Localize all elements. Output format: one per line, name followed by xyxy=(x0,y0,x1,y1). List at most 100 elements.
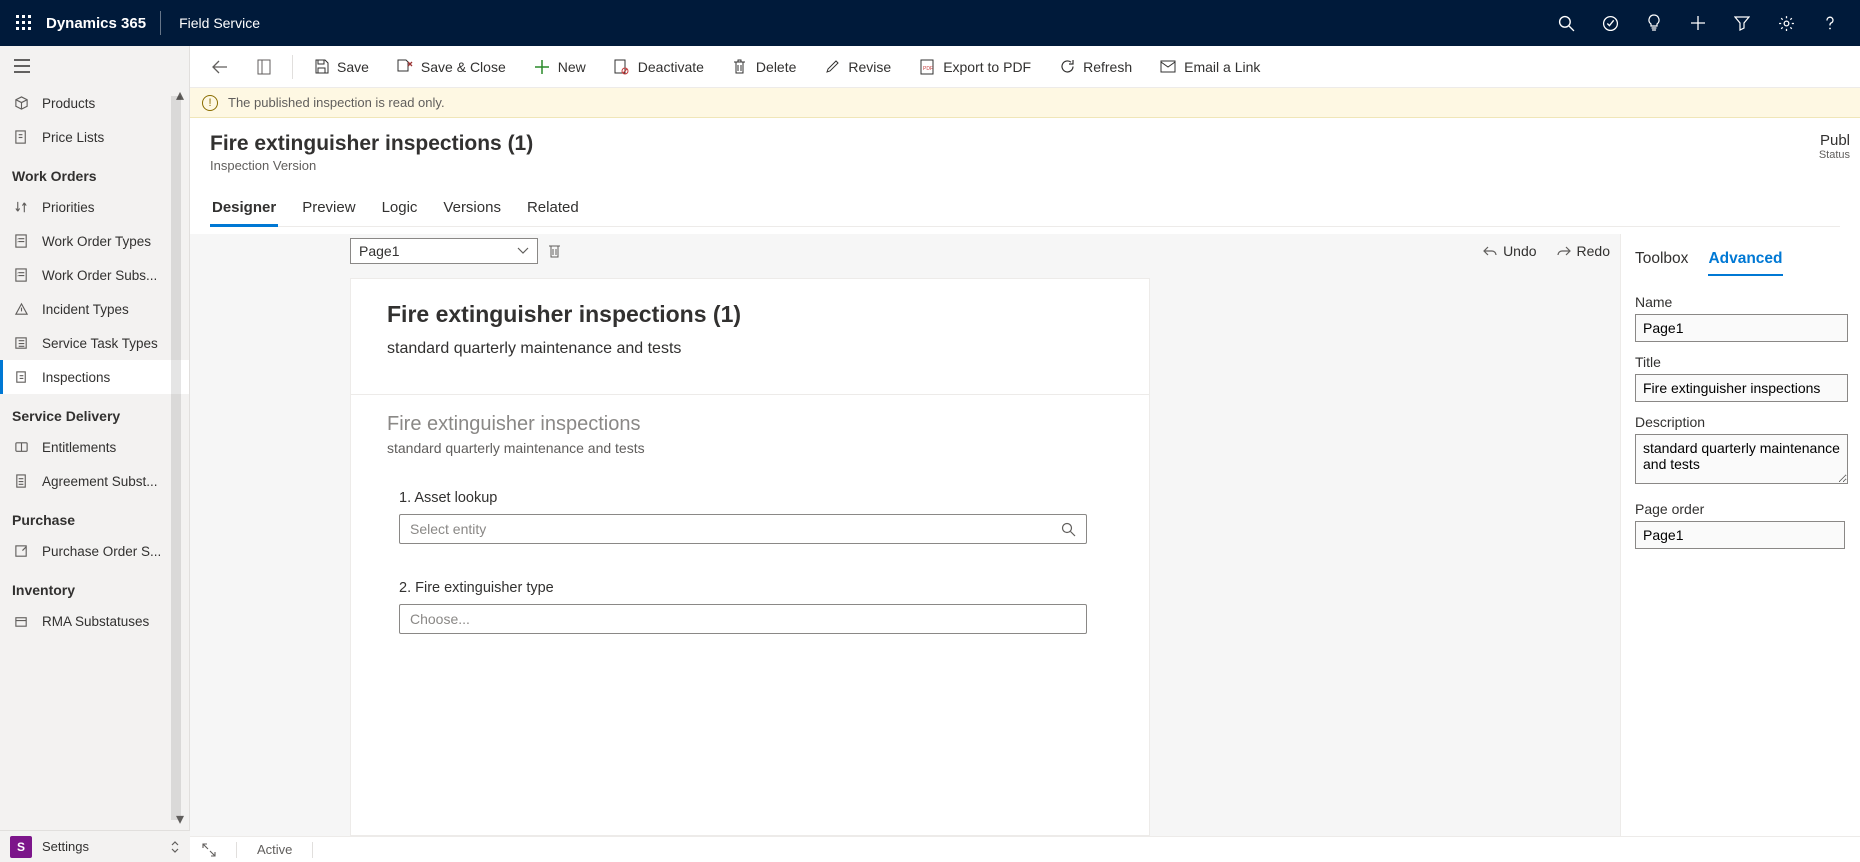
status-bar: Active xyxy=(190,836,1860,862)
delete-page-button[interactable] xyxy=(548,243,561,259)
survey-card[interactable]: ▴ ▾ Fire extinguisher inspections (1) st… xyxy=(350,278,1150,836)
box-icon xyxy=(14,614,30,629)
q1-placeholder: Select entity xyxy=(410,521,486,537)
redo-button[interactable]: Redo xyxy=(1557,243,1610,259)
hamburger-icon xyxy=(14,59,30,73)
settings-button[interactable] xyxy=(1764,0,1808,46)
delete-label: Delete xyxy=(756,59,796,75)
chevron-updown-icon xyxy=(170,840,180,854)
filter-button[interactable] xyxy=(1720,0,1764,46)
global-header: Dynamics 365 Field Service xyxy=(0,0,1860,46)
search-button[interactable] xyxy=(1544,0,1588,46)
nav-item-incident-types[interactable]: Incident Types xyxy=(0,292,189,326)
refresh-button[interactable]: Refresh xyxy=(1047,46,1144,88)
export-pdf-button[interactable]: PDFExport to PDF xyxy=(907,46,1043,88)
nav-item-inspections[interactable]: Inspections xyxy=(0,360,189,394)
back-button[interactable] xyxy=(200,46,240,88)
q1-field[interactable]: Select entity xyxy=(399,514,1087,544)
readonly-warning: ! The published inspection is read only. xyxy=(190,88,1860,118)
app-name[interactable]: Field Service xyxy=(161,15,278,31)
revise-label: Revise xyxy=(848,59,891,75)
panel-icon xyxy=(256,59,272,75)
nav-item-rma-substatuses[interactable]: RMA Substatuses xyxy=(0,604,189,638)
email-link-label: Email a Link xyxy=(1184,59,1260,75)
undo-button[interactable]: Undo xyxy=(1483,243,1536,259)
new-label: New xyxy=(558,59,586,75)
deactivate-button[interactable]: Deactivate xyxy=(602,46,716,88)
nav-item-priorities[interactable]: Priorities xyxy=(0,190,189,224)
mail-icon xyxy=(1160,59,1176,75)
prop-title-input[interactable] xyxy=(1635,374,1848,402)
nav-item-service-task-types[interactable]: Service Task Types xyxy=(0,326,189,360)
prop-desc-input[interactable]: standard quarterly maintenance and tests xyxy=(1635,434,1848,484)
task-icon xyxy=(1602,15,1619,32)
open-record-set-button[interactable] xyxy=(244,46,284,88)
status-value: Publ xyxy=(1819,132,1850,149)
save-close-label: Save & Close xyxy=(421,59,506,75)
nav-item-products[interactable]: Products xyxy=(0,86,189,120)
add-button[interactable] xyxy=(1676,0,1720,46)
brand-label: Dynamics 365 xyxy=(40,15,160,32)
question-asset-lookup[interactable]: 1. Asset lookup Select entity xyxy=(351,472,1149,544)
tab-versions[interactable]: Versions xyxy=(441,193,503,226)
form-icon xyxy=(14,234,30,249)
tab-related[interactable]: Related xyxy=(525,193,581,226)
page-selector[interactable]: Page1 xyxy=(350,238,538,264)
tab-toolbox[interactable]: Toolbox xyxy=(1635,250,1688,276)
prop-name-input[interactable] xyxy=(1635,314,1848,342)
nav-group-service-delivery: Service Delivery xyxy=(0,394,189,430)
section-title[interactable]: Fire extinguisher inspections xyxy=(351,395,1149,440)
nav-scroll-down[interactable]: ▾ xyxy=(173,812,187,826)
prop-order-input[interactable] xyxy=(1635,521,1845,549)
prop-order-label: Page order xyxy=(1635,501,1848,517)
pdf-icon: PDF xyxy=(919,59,935,75)
nav-group-purchase: Purchase xyxy=(0,498,189,534)
waffle-icon xyxy=(16,15,32,31)
nav-item-entitlements[interactable]: Entitlements xyxy=(0,430,189,464)
tag-icon xyxy=(14,130,30,145)
form-tabs: Designer Preview Logic Versions Related xyxy=(210,193,1840,227)
tab-preview[interactable]: Preview xyxy=(300,193,357,226)
revise-button[interactable]: Revise xyxy=(812,46,903,88)
help-button[interactable] xyxy=(1808,0,1852,46)
sitemap-toggle[interactable] xyxy=(0,46,189,86)
task-button[interactable] xyxy=(1588,0,1632,46)
email-link-button[interactable]: Email a Link xyxy=(1148,46,1272,88)
tab-logic[interactable]: Logic xyxy=(380,193,420,226)
save-button[interactable]: Save xyxy=(301,46,381,88)
record-subtitle: Inspection Version xyxy=(210,158,1840,173)
save-close-button[interactable]: Save & Close xyxy=(385,46,518,88)
command-bar: Save Save & Close New Deactivate Delete … xyxy=(190,46,1860,88)
prop-desc-label: Description xyxy=(1635,414,1848,430)
page-selector-value: Page1 xyxy=(359,243,399,259)
q2-field[interactable]: Choose... xyxy=(399,604,1087,634)
question-extinguisher-type[interactable]: 2. Fire extinguisher type Choose... xyxy=(351,544,1149,634)
nav-item-agreement-subst...[interactable]: Agreement Subst... xyxy=(0,464,189,498)
delete-button[interactable]: Delete xyxy=(720,46,808,88)
new-button[interactable]: New xyxy=(522,46,598,88)
pencil-icon xyxy=(824,59,840,75)
record-title: Fire extinguisher inspections (1) xyxy=(210,132,1840,156)
nav-item-price-lists[interactable]: Price Lists xyxy=(0,120,189,154)
properties-pane: Toolbox Advanced Name Title Description … xyxy=(1620,234,1860,836)
search-icon xyxy=(1558,15,1575,32)
nav-item-work-order-subs...[interactable]: Work Order Subs... xyxy=(0,258,189,292)
insights-button[interactable] xyxy=(1632,0,1676,46)
designer-toolbar: Page1 Undo Redo xyxy=(350,238,1610,264)
nav-item-purchase-order-s...[interactable]: Purchase Order S... xyxy=(0,534,189,568)
tab-designer[interactable]: Designer xyxy=(210,193,278,226)
nav-scrollbar[interactable] xyxy=(171,96,181,820)
redo-icon xyxy=(1557,245,1571,257)
tab-advanced[interactable]: Advanced xyxy=(1708,250,1782,276)
area-switcher[interactable]: S Settings xyxy=(0,830,190,862)
sort-icon xyxy=(14,200,30,215)
save-label: Save xyxy=(337,59,369,75)
app-launcher[interactable] xyxy=(8,7,40,39)
ticket-icon xyxy=(14,440,30,455)
search-icon xyxy=(1061,522,1076,537)
save-close-icon xyxy=(397,59,413,75)
deactivate-label: Deactivate xyxy=(638,59,704,75)
nav-item-work-order-types[interactable]: Work Order Types xyxy=(0,224,189,258)
plus-icon xyxy=(534,59,550,75)
expand-button[interactable] xyxy=(202,843,216,857)
